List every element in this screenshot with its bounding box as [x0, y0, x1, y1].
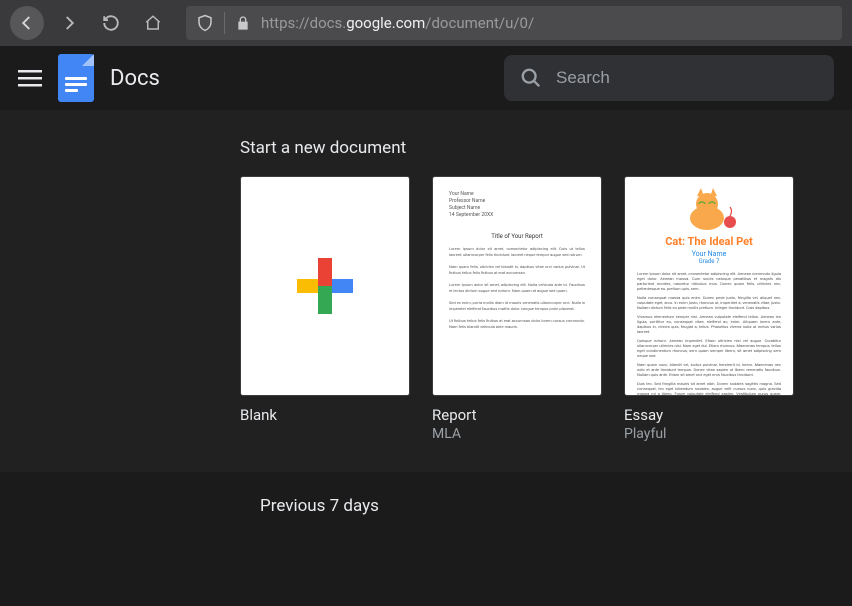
docs-logo-icon: [58, 54, 94, 102]
template-thumb: Your NameProfessor NameSubject Name14 Se…: [432, 176, 602, 396]
search-icon: [520, 67, 542, 89]
recent-heading: Previous 7 days: [260, 496, 852, 516]
template-essay[interactable]: Cat: The Ideal Pet Your Name Grade 7 Lor…: [624, 176, 794, 442]
search-box[interactable]: [504, 55, 834, 101]
main-menu-button[interactable]: [18, 66, 42, 90]
template-blank[interactable]: Blank: [240, 176, 410, 442]
divider: [224, 12, 225, 34]
app-header: Docs: [0, 46, 852, 110]
recent-documents: Previous 7 days: [0, 472, 852, 516]
template-name: Report: [432, 406, 602, 424]
app-title: Docs: [110, 66, 160, 91]
lock-icon: [235, 15, 251, 31]
browser-toolbar: https://docs.google.com/document/u/0/: [0, 0, 852, 46]
search-input[interactable]: [556, 68, 818, 88]
template-report[interactable]: Your NameProfessor NameSubject Name14 Se…: [432, 176, 602, 442]
template-name: Essay: [624, 406, 794, 424]
template-thumb: Cat: The Ideal Pet Your Name Grade 7 Lor…: [624, 176, 794, 396]
back-button[interactable]: [10, 6, 44, 40]
app-body: Docs Start a new document Blank: [0, 46, 852, 606]
template-gallery: Start a new document Blank: [0, 110, 852, 472]
address-bar[interactable]: https://docs.google.com/document/u/0/: [186, 6, 842, 40]
template-style: MLA: [432, 426, 602, 442]
template-style: Playful: [624, 426, 794, 442]
shield-icon: [196, 14, 214, 32]
home-button[interactable]: [136, 6, 170, 40]
plus-icon: [297, 258, 353, 314]
template-name: Blank: [240, 406, 410, 424]
essay-grade-line: Grade 7: [637, 258, 781, 265]
template-row: Blank Your NameProfessor NameSubject Nam…: [240, 176, 852, 442]
url-text: https://docs.google.com/document/u/0/: [261, 14, 534, 32]
reload-button[interactable]: [94, 6, 128, 40]
cat-illustration: [637, 187, 781, 233]
gallery-heading: Start a new document: [240, 138, 852, 158]
essay-title: Cat: The Ideal Pet: [637, 235, 781, 248]
essay-name-line: Your Name: [637, 250, 781, 258]
template-thumb: [240, 176, 410, 396]
forward-button[interactable]: [52, 6, 86, 40]
